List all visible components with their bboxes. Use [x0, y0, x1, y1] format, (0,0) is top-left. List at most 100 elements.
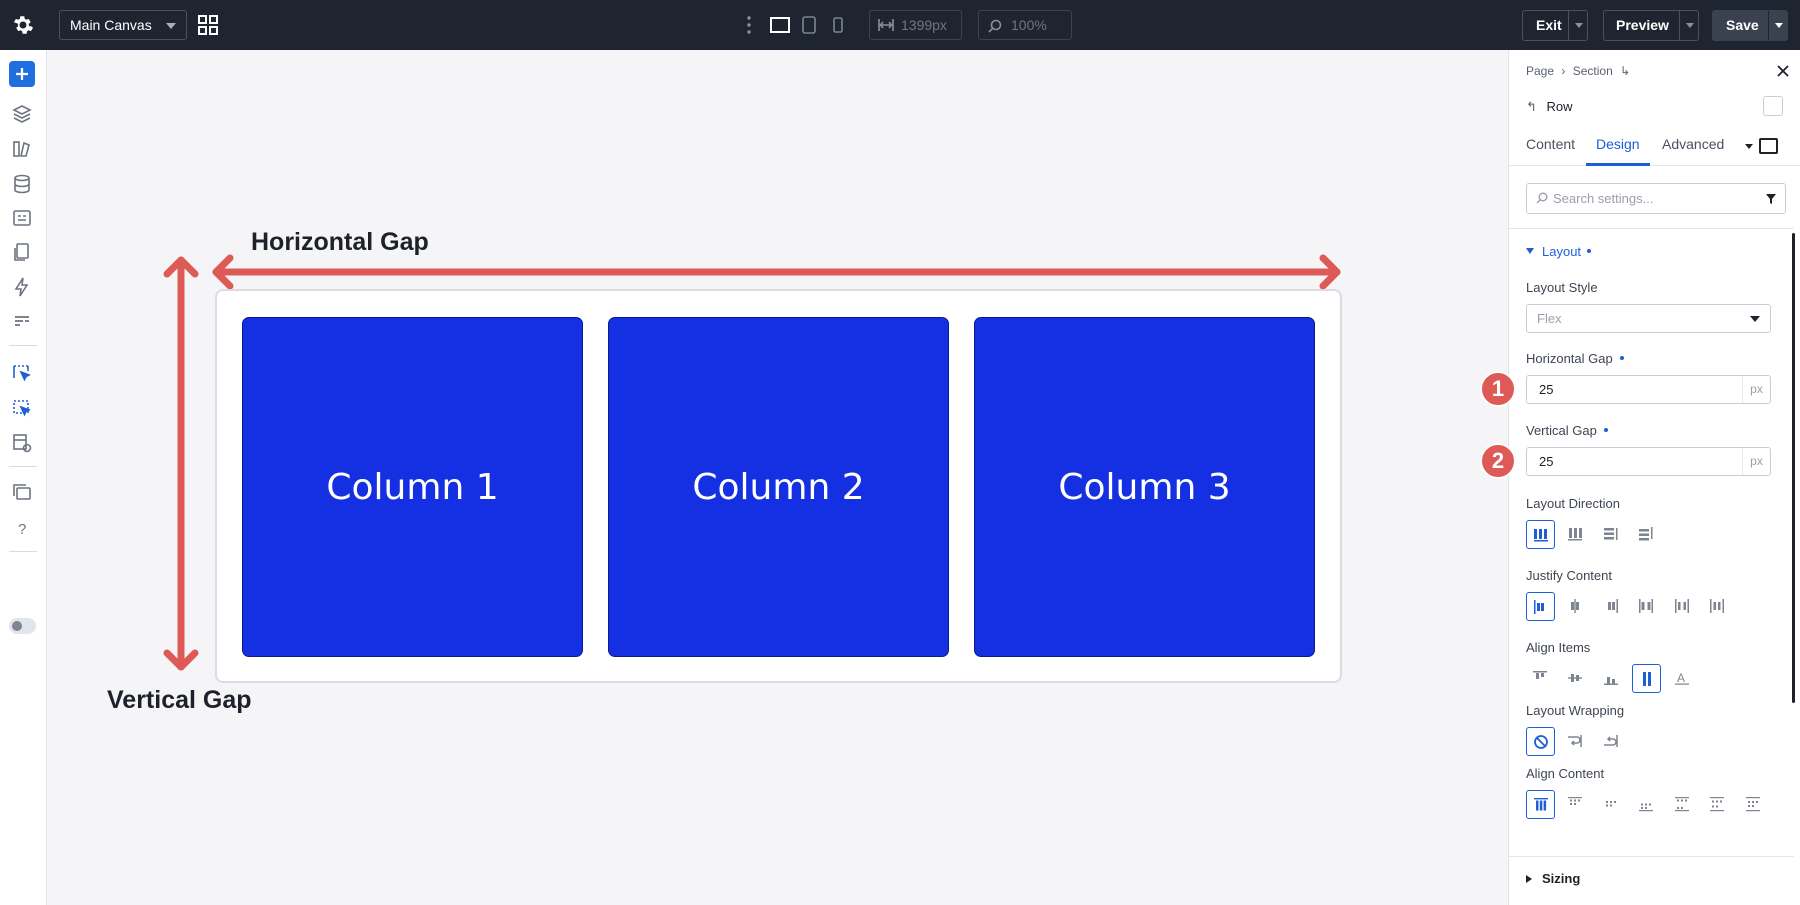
tab-design[interactable]: Design [1596, 136, 1640, 152]
direction-row-option[interactable] [1526, 520, 1555, 549]
save-button[interactable]: Save [1712, 10, 1788, 41]
align-content-start-option[interactable] [1561, 790, 1590, 819]
layout-wrapping-label: Layout Wrapping [1526, 703, 1625, 718]
phone-view-icon[interactable] [831, 14, 845, 36]
justify-space-around-option[interactable] [1668, 592, 1697, 621]
chevron-down-icon [166, 23, 176, 29]
align-content-end-option[interactable] [1632, 790, 1661, 819]
horizontal-gap-input[interactable]: 1 25 px [1480, 371, 1771, 407]
divider [1509, 228, 1794, 229]
justify-space-evenly-option[interactable] [1703, 592, 1732, 621]
exit-button[interactable]: Exit [1522, 10, 1588, 41]
justify-start-option[interactable] [1526, 592, 1555, 621]
row-container[interactable]: Column 1 Column 2 Column 3 [215, 289, 1342, 683]
column-3[interactable]: Column 3 [974, 317, 1315, 657]
align-content-around-option[interactable] [1703, 790, 1732, 819]
align-content-between-option[interactable] [1668, 790, 1697, 819]
svg-text:?: ? [18, 521, 26, 538]
more-vertical-icon[interactable] [745, 14, 753, 36]
layout-section-header[interactable]: Layout [1526, 244, 1592, 259]
align-end-option[interactable] [1597, 664, 1626, 693]
align-center-option[interactable] [1561, 664, 1590, 693]
back-arrow-icon[interactable]: ↰ [1526, 99, 1537, 114]
cursor-select-alt-icon[interactable] [9, 396, 35, 422]
preview-menu-toggle[interactable] [1679, 11, 1699, 40]
modified-dot [1603, 428, 1608, 432]
align-baseline-option[interactable]: A [1668, 664, 1697, 693]
canvas-select[interactable]: Main Canvas [59, 10, 187, 40]
add-element-button[interactable] [9, 61, 35, 87]
list-settings-icon[interactable] [9, 308, 35, 334]
tablet-view-icon[interactable] [801, 14, 817, 36]
justify-center-option[interactable] [1561, 592, 1590, 621]
sizing-section-header[interactable]: Sizing [1526, 871, 1580, 886]
gear-icon[interactable] [11, 13, 35, 37]
lightning-icon[interactable] [9, 274, 35, 300]
search-icon [1536, 192, 1548, 204]
stack-icon[interactable] [9, 480, 35, 506]
align-stretch-option[interactable] [1632, 664, 1661, 693]
mode-toggle[interactable] [9, 618, 36, 634]
scrollbar[interactable] [1792, 233, 1795, 703]
toggle-settings-icon[interactable] [1763, 96, 1783, 116]
close-icon[interactable] [1776, 64, 1790, 78]
modified-dot [1587, 249, 1592, 253]
templates-icon[interactable] [9, 430, 35, 456]
layers-icon[interactable] [9, 101, 35, 127]
layout-style-select[interactable]: Flex [1526, 304, 1771, 333]
grid-view-icon[interactable] [197, 14, 219, 36]
breadcrumb-section[interactable]: Section [1573, 64, 1613, 78]
pages-icon[interactable] [9, 239, 35, 265]
wrap-reverse-option[interactable] [1597, 727, 1626, 756]
align-content-center-option[interactable] [1597, 790, 1626, 819]
direction-column-reverse-option[interactable] [1632, 520, 1661, 549]
vertical-gap-unit[interactable]: px [1742, 448, 1770, 475]
tab-content[interactable]: Content [1526, 136, 1575, 152]
search-icon [988, 19, 1002, 33]
canvas-width-field[interactable]: 1399px [869, 10, 962, 40]
justify-space-between-option[interactable] [1632, 592, 1661, 621]
horizontal-gap-label: Horizontal Gap [1526, 351, 1624, 366]
align-items-label: Align Items [1526, 640, 1591, 655]
direction-row-reverse-option[interactable] [1561, 520, 1590, 549]
cursor-select-icon[interactable] [9, 361, 35, 387]
align-content-label: Align Content [1526, 766, 1605, 781]
layout-section-title: Layout [1542, 244, 1582, 259]
tab-advanced[interactable]: Advanced [1662, 136, 1724, 152]
search-input[interactable]: Search settings... [1526, 183, 1786, 214]
wrap-option[interactable] [1561, 727, 1590, 756]
direction-column-option[interactable] [1597, 520, 1626, 549]
chevron-down-icon [1750, 316, 1760, 322]
breadcrumb-page[interactable]: Page [1526, 64, 1554, 78]
align-content-stretch-option[interactable] [1526, 790, 1555, 819]
layout-style-label: Layout Style [1526, 280, 1598, 295]
design-library-icon[interactable] [9, 136, 35, 162]
save-menu-toggle[interactable] [1768, 11, 1788, 40]
preview-button[interactable]: Preview [1603, 10, 1699, 41]
zoom-field[interactable]: 100% [978, 10, 1072, 40]
chevron-down-icon[interactable] [1745, 144, 1753, 149]
align-content-evenly-option[interactable] [1739, 790, 1768, 819]
help-icon[interactable]: ? [9, 515, 35, 541]
direction-column-icon [1604, 528, 1618, 540]
top-toolbar: Main Canvas 1399px 100% Exit Preview Sav… [0, 0, 1800, 50]
forms-icon[interactable] [9, 205, 35, 231]
frame-icon[interactable] [1759, 138, 1778, 154]
desktop-view-icon[interactable] [769, 14, 791, 36]
triangle-right-icon [1526, 875, 1532, 883]
exit-menu-toggle[interactable] [1568, 11, 1588, 40]
wrap-reverse-icon [1604, 735, 1618, 747]
justify-end-option[interactable] [1597, 592, 1626, 621]
column-2[interactable]: Column 2 [608, 317, 949, 657]
vertical-gap-input[interactable]: 2 25 px [1480, 443, 1771, 479]
nowrap-option[interactable] [1526, 727, 1555, 756]
horizontal-gap-unit[interactable]: px [1742, 376, 1770, 403]
align-content-evenly-icon [1746, 797, 1760, 812]
no-wrap-icon [1534, 735, 1548, 749]
column-1[interactable]: Column 1 [242, 317, 583, 657]
preview-button-label: Preview [1616, 17, 1669, 33]
filter-icon[interactable] [1765, 193, 1777, 205]
database-icon[interactable] [9, 171, 35, 197]
align-start-option[interactable] [1526, 664, 1555, 693]
vertical-gap-value: 25 [1539, 454, 1554, 469]
